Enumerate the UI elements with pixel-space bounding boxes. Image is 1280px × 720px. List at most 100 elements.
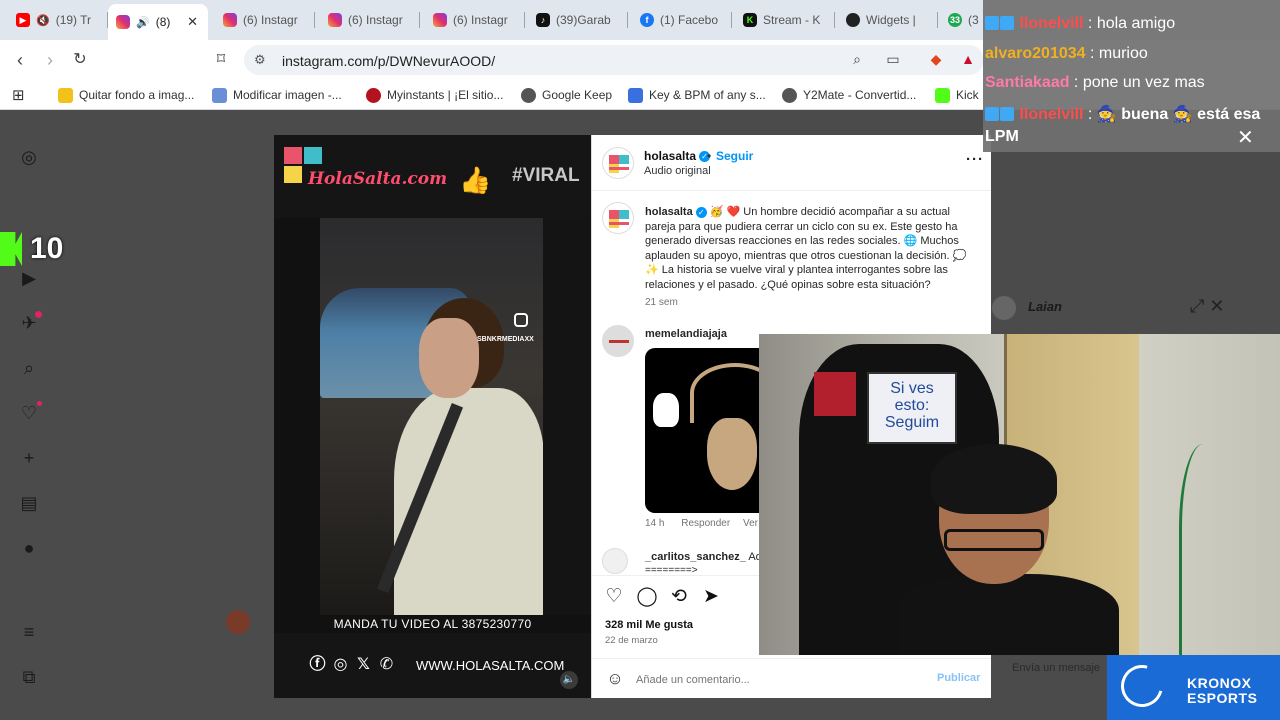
back-icon[interactable]: ‹ [10,50,30,70]
bookmark-favicon-icon [521,87,536,103]
reply-button[interactable]: Responder [681,518,730,529]
logo-text: KRONOX [1187,675,1252,691]
expand-close-icon[interactable]: ⤢ ✕ [1190,296,1224,317]
video-cta: MANDA TU VIDEO AL 3875230770 [274,615,591,633]
address-bar[interactable]: ⚙ instagram.com/p/DWNevurAOOD/ ⌕ ▭ ◆ ▲ [244,45,984,75]
bookmark-item[interactable]: Key & BPM of any s... [628,86,766,104]
dimmed-comment [226,610,276,634]
comment-username[interactable]: memelandiajaja [645,328,727,340]
youtube-shortcut-icon[interactable]: ▶ [19,268,39,288]
bookmark-label: Myinstants | ¡El sitio... [387,88,504,102]
instagram-icon: ◎ [333,656,348,673]
tab-label: (6) Instagr [348,13,403,27]
apps-grid-icon[interactable]: ⊞ [12,86,25,104]
tab-instagram[interactable]: (6) Instagr [215,4,315,36]
instagram-icon [328,13,342,27]
tab-tiktok[interactable]: ♪ (39)Garab [528,4,628,36]
bookmark-item[interactable]: Myinstants | ¡El sitio... [366,86,503,104]
publish-button[interactable]: Publicar [937,672,980,684]
dragon-logo-icon [1113,657,1171,715]
tab-kick[interactable]: K Stream - K [735,4,835,36]
close-icon[interactable]: ✕ [1237,125,1254,150]
forward-icon[interactable]: › [40,50,60,70]
facebook-icon: ⓕ [309,656,326,673]
menu-icon[interactable]: ≡ [19,622,39,642]
tab-facebook[interactable]: f (1) Facebo [632,4,732,36]
brave-shield-icon[interactable]: ◆ [927,51,945,69]
rewards-icon[interactable]: ▲ [959,51,977,69]
bookmark-item[interactable]: Modificar imagen -... [212,86,342,104]
bookmark-item[interactable]: Quitar fondo a imag... [58,86,194,104]
avatar[interactable] [602,548,628,574]
caption-username[interactable]: holasalta [645,206,693,218]
tab-label: (3 [968,13,979,27]
tab-label: (6) Instagr [243,13,298,27]
bookmark-favicon-icon [212,87,227,103]
chat-message: hola amigo [1096,15,1176,32]
instagram-logo-icon[interactable]: ◎ [19,147,39,167]
heart-icon[interactable]: ♡ [19,401,42,423]
viral-hashtag: #VIRAL [512,165,580,186]
username-text[interactable]: holasalta [644,149,696,163]
site-settings-icon[interactable]: ⚙ [254,52,270,68]
threads-icon[interactable]: ⧉ [19,667,39,687]
instagram-icon [223,13,237,27]
close-tab-icon[interactable]: ✕ [187,14,198,30]
bookmark-label: Key & BPM of any s... [649,88,766,102]
bookmark-favicon-icon [366,87,381,103]
search-icon[interactable]: ⌕ [19,358,39,378]
more-options-icon[interactable]: ··· [966,151,984,168]
post-video[interactable]: HolaSalta.com 👍 #VIRAL SBNKRMEDIAXX MAND… [274,135,591,698]
bookmark-label: Google Keep [542,88,613,102]
avatar [226,610,250,634]
create-icon[interactable]: + [19,448,39,468]
reload-icon[interactable]: ↻ [70,50,90,70]
bookmark-item[interactable]: Y2Mate - Convertid... [782,86,916,104]
share-icon[interactable]: ➤ [700,586,722,608]
post-caption: holasalta ✓ 🥳 ❤️ Un hombre decidió acompa… [645,205,975,292]
tab-instagram[interactable]: (6) Instagr [425,4,525,36]
comment-meta: 14 h Responder Ver tra [645,518,772,529]
emoji-icon[interactable]: ☺ [605,669,625,689]
avatar[interactable] [602,202,634,234]
bookmark-label: Kick [956,88,979,102]
tab-instagram[interactable]: (6) Instagr [320,4,420,36]
avatar[interactable] [602,325,634,357]
dashboard-icon[interactable]: ▤ [19,493,39,513]
follow-button[interactable]: Seguir [716,149,753,163]
avatar[interactable] [602,147,634,179]
audio-label[interactable]: Audio original [644,165,711,177]
url-text[interactable]: instagram.com/p/DWNevurAOOD/ [282,53,495,69]
chat-line: Santiakaad : pone un vez mas [985,74,1205,91]
zoom-icon[interactable]: ⌕ [848,51,866,69]
comment-username[interactable]: _carlitos_sanchez_ [645,551,746,563]
bookmark-favicon-icon [58,87,73,103]
facebook-icon: f [640,13,654,27]
tab-widgets[interactable]: Widgets | [838,4,938,36]
bookmark-label: Modificar imagen -... [233,88,342,102]
bookmark-item[interactable]: Google Keep [521,86,612,104]
avatar [992,296,1016,320]
caption-emoji-icon: 🥳 ❤️ [709,206,744,218]
caption-text: Un hombre decidió acompañar a su actual … [645,206,967,291]
tab-youtube[interactable]: ▶ 🔇 (19) Tr [8,4,108,36]
post-date: 22 de marzo [605,635,658,646]
bookmark-icon[interactable]: ⌑ [211,50,231,70]
cast-icon[interactable]: ▭ [884,51,902,69]
profile-avatar-icon[interactable]: ● [19,538,39,558]
bookmark-favicon-icon [935,87,950,103]
bookmark-item[interactable]: Kick [935,86,979,104]
post-username[interactable]: holasalta ✓ [644,149,711,163]
subscriber-badge-icon [985,16,999,30]
likes-count[interactable]: 328 mil Me gusta [605,619,693,631]
tab-instagram-active[interactable]: 🔊 (8) ✕ [108,4,208,40]
mute-icon[interactable]: 🔈 [560,671,578,689]
room-sign: Si ves esto: Seguim [867,372,957,444]
comment-input[interactable] [636,671,916,689]
tab-counter[interactable]: 33 (3 [940,4,985,36]
comment-bubble-icon[interactable]: ◯ [636,586,658,608]
tab-label: (8) [155,15,171,29]
explore-icon[interactable]: ✈ [19,311,42,333]
repost-icon[interactable]: ⟲ [668,586,690,608]
like-heart-icon[interactable]: ♡ [603,586,625,608]
